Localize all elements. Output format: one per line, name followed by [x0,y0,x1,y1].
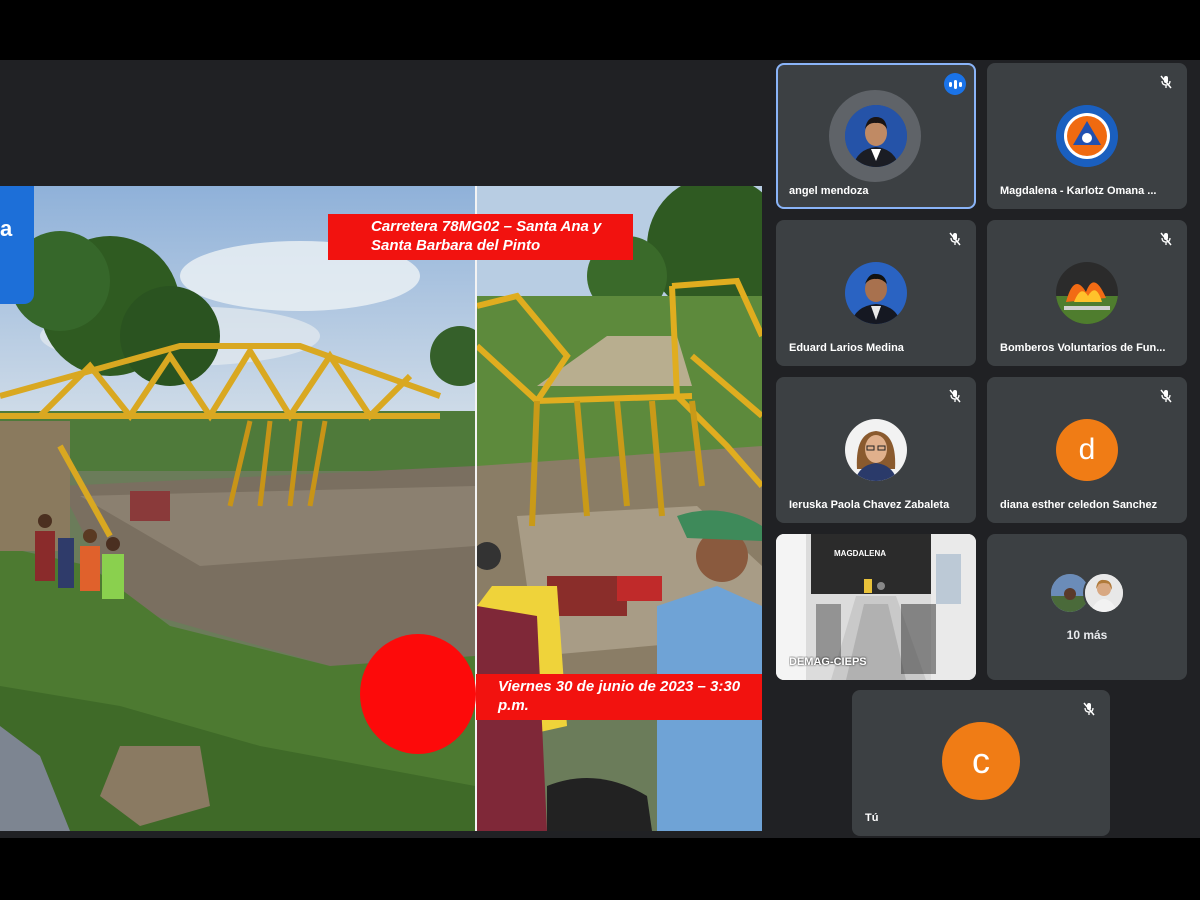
speaking-indicator-icon [944,73,966,95]
participant-tile-eduard-larios[interactable]: Eduard Larios Medina [776,220,976,366]
mic-off-icon [949,232,961,246]
participant-tile-angel-mendoza[interactable]: angel mendoza [776,63,976,209]
letter-avatar: d [1056,419,1118,481]
red-circle-marker [360,634,476,754]
more-participants-label: 10 más [1066,628,1108,642]
participant-name: diana esther celedon Sanchez [1000,499,1158,511]
org-logo-text: a [0,216,13,241]
mic-off-icon [1160,232,1172,246]
participant-name: Ieruska Paola Chavez Zabaleta [789,499,950,511]
letter-avatar: c [942,722,1020,800]
participant-tile-bomberos[interactable]: Bomberos Voluntarios de Fun... [987,220,1187,366]
participant-tile-ieruska[interactable]: Ieruska Paola Chavez Zabaleta [776,377,976,523]
avatar [845,419,907,481]
meeting-stage: a Carretera 78MG02 – Santa Ana y Santa B… [0,60,1200,838]
stacked-avatars [1049,572,1129,614]
participant-tile-demag-cieps[interactable]: MAGDALENA DEMAG-CIEPS [776,534,976,680]
participant-tile-magdalena[interactable]: Magdalena - Karlotz Omana ... [987,63,1187,209]
more-participants-tile[interactable]: 10 más [987,534,1187,680]
shared-screen: a Carretera 78MG02 – Santa Ana y Santa B… [0,186,762,831]
participant-name: angel mendoza [789,185,869,197]
participant-name: Magdalena - Karlotz Omana ... [1000,185,1157,197]
room-sign: MAGDALENA [834,549,886,558]
participant-name: Bomberos Voluntarios de Fun... [1000,342,1166,354]
avatar [1083,572,1125,614]
self-view-tile[interactable]: c Tú [852,690,1110,836]
org-logo-tab: a [0,186,34,304]
participant-tile-diana[interactable]: d diana esther celedon Sanchez [987,377,1187,523]
mic-off-icon [1083,702,1095,716]
participant-name: Eduard Larios Medina [789,342,904,354]
fire-photo-avatar [1056,262,1118,324]
avatar [845,105,907,167]
date-caption: Viernes 30 de junio de 2023 – 3:30 p.m. [476,674,762,720]
participant-name: Tú [865,812,879,824]
bridge-photo-right [477,186,762,831]
location-caption: Carretera 78MG02 – Santa Ana y Santa Bar… [328,214,633,260]
mic-off-icon [1160,75,1172,89]
avatar [845,262,907,324]
civil-defense-logo-avatar [1056,105,1118,167]
mic-off-icon [1160,389,1172,403]
participant-name: DEMAG-CIEPS [789,656,867,668]
mic-off-icon [949,389,961,403]
